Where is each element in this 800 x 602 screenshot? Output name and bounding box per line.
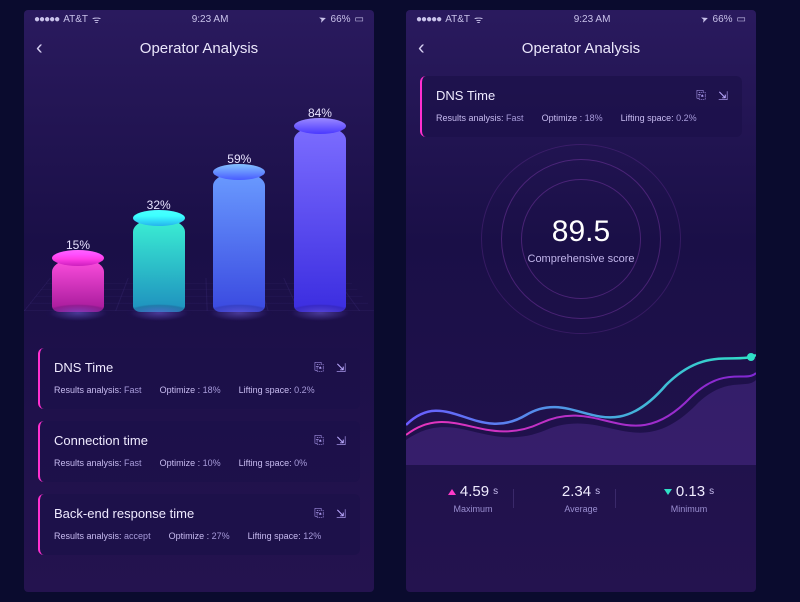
card-connection-time[interactable]: Connection time ⎘ ⇲ Results analysis: Fa…: [38, 421, 360, 482]
card-title: Back-end response time: [54, 506, 194, 521]
carrier-label: AT&T: [445, 14, 470, 25]
bar-1: 15%: [46, 238, 110, 312]
bar-4: 84%: [288, 106, 352, 312]
location-icon: ➤: [699, 13, 710, 26]
comprehensive-score: 89.5 Comprehensive score: [406, 145, 756, 335]
card-metrics: Results analysis: accept Optimize : 27% …: [54, 531, 348, 541]
bar-chart: 15% 32% 59% 84%: [24, 68, 374, 338]
score-label: Comprehensive score: [528, 253, 635, 265]
card-metrics: Results analysis: Fast Optimize : 10% Li…: [54, 458, 348, 468]
battery-label: 66%: [713, 14, 733, 25]
copy-icon[interactable]: ⎘: [312, 361, 326, 375]
copy-icon[interactable]: ⎘: [694, 89, 708, 103]
copy-icon[interactable]: ⎘: [312, 507, 326, 521]
card-metrics: Results analysis: Fast Optimize : 18% Li…: [436, 113, 730, 123]
wifi-icon: ᯤ: [474, 12, 483, 26]
stats-row: 4.59s Maximum 2.34s Average 0.13s Minimu…: [406, 465, 756, 514]
score-value: 89.5: [552, 215, 610, 249]
card-title: DNS Time: [436, 88, 495, 103]
status-bar: ●●●●● AT&T ᯤ 9:23 AM ➤ 66% ▭: [406, 10, 756, 28]
copy-icon[interactable]: ⎘: [312, 434, 326, 448]
battery-label: 66%: [331, 14, 351, 25]
signal-dots-icon: ●●●●●: [34, 14, 59, 25]
stat-average: 2.34s Average: [546, 483, 616, 514]
page-title: Operator Analysis: [522, 40, 640, 57]
clock-label: 9:23 AM: [192, 14, 229, 25]
location-icon: ➤: [317, 13, 328, 26]
export-icon[interactable]: ⇲: [334, 507, 348, 521]
card-title: Connection time: [54, 433, 148, 448]
operator-analysis-screen: ●●●●● AT&T ᯤ 9:23 AM ➤ 66% ▭ ‹ Operator …: [24, 10, 374, 592]
nav-bar: ‹ Operator Analysis: [406, 28, 756, 68]
card-dns-time[interactable]: DNS Time ⎘ ⇲ Results analysis: Fast Opti…: [38, 348, 360, 409]
metric-card-list[interactable]: DNS Time ⎘ ⇲ Results analysis: Fast Opti…: [24, 338, 374, 555]
bar-3: 59%: [207, 152, 271, 312]
back-button[interactable]: ‹: [418, 37, 425, 60]
stat-minimum: 0.13s Minimum: [648, 483, 730, 514]
trend-line-chart: [406, 335, 756, 465]
card-metrics: Results analysis: Fast Optimize : 18% Li…: [54, 385, 348, 395]
bar-2: 32%: [127, 198, 191, 312]
card-dns-time-detail[interactable]: DNS Time ⎘ ⇲ Results analysis: Fast Opti…: [420, 76, 742, 137]
wifi-icon: ᯤ: [92, 12, 101, 26]
operator-analysis-detail-screen: ●●●●● AT&T ᯤ 9:23 AM ➤ 66% ▭ ‹ Operator …: [406, 10, 756, 592]
carrier-label: AT&T: [63, 14, 88, 25]
up-arrow-icon: [448, 489, 456, 495]
export-icon[interactable]: ⇲: [334, 361, 348, 375]
clock-label: 9:23 AM: [574, 14, 611, 25]
down-arrow-icon: [664, 489, 672, 495]
signal-dots-icon: ●●●●●: [416, 14, 441, 25]
battery-icon: ▭: [737, 14, 746, 25]
status-bar: ●●●●● AT&T ᯤ 9:23 AM ➤ 66% ▭: [24, 10, 374, 28]
battery-icon: ▭: [355, 14, 364, 25]
export-icon[interactable]: ⇲: [334, 434, 348, 448]
back-button[interactable]: ‹: [36, 37, 43, 60]
nav-bar: ‹ Operator Analysis: [24, 28, 374, 68]
export-icon[interactable]: ⇲: [716, 89, 730, 103]
page-title: Operator Analysis: [140, 40, 258, 57]
stat-maximum: 4.59s Maximum: [432, 483, 514, 514]
card-backend-response[interactable]: Back-end response time ⎘ ⇲ Results analy…: [38, 494, 360, 555]
card-title: DNS Time: [54, 360, 113, 375]
